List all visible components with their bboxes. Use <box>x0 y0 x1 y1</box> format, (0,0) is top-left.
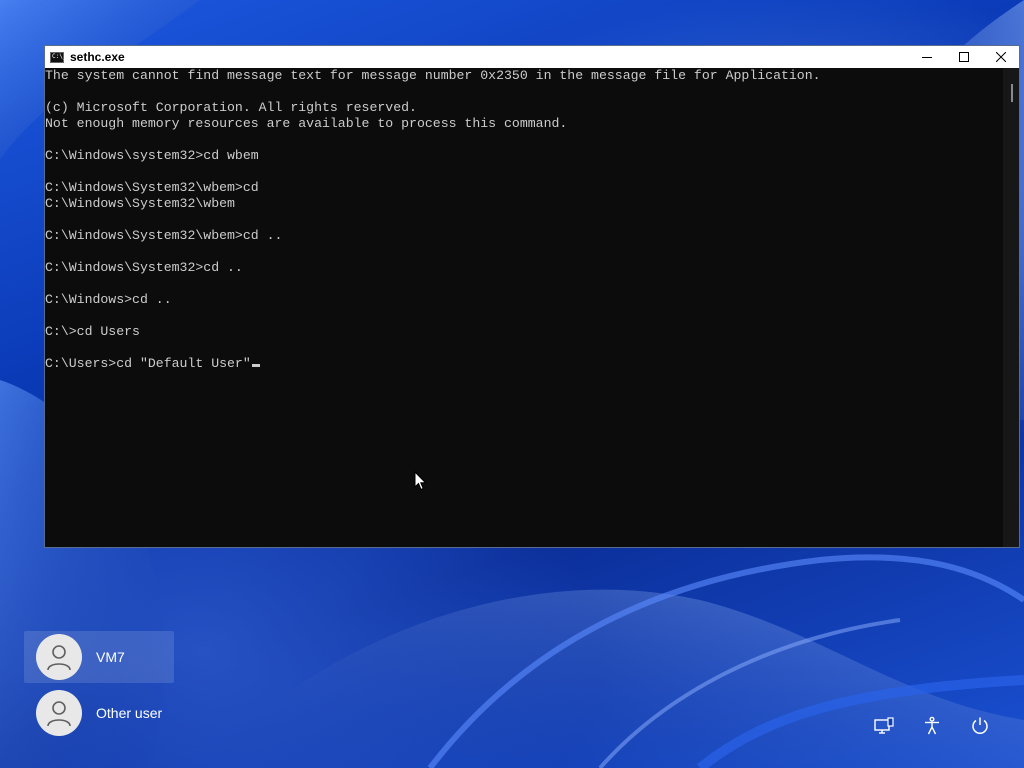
console-line: (c) Microsoft Corporation. All rights re… <box>45 100 417 115</box>
user-tile-other-user[interactable]: Other user <box>24 687 174 739</box>
console-line: C:\Windows\System32\wbem <box>45 196 235 211</box>
user-tile-vm7[interactable]: VM7 <box>24 631 174 683</box>
user-avatar-icon <box>36 690 82 736</box>
scrollbar-thumb[interactable] <box>1011 84 1013 102</box>
power-icon[interactable] <box>968 714 992 738</box>
console-line: Not enough memory resources are availabl… <box>45 116 568 131</box>
user-name: VM7 <box>96 649 125 665</box>
console-line: C:\Windows\System32>cd .. <box>45 260 243 275</box>
console-line: The system cannot find message text for … <box>45 68 821 83</box>
console-output[interactable]: The system cannot find message text for … <box>45 68 1003 547</box>
user-name: Other user <box>96 705 163 721</box>
console-app-icon: C:\_ <box>50 51 66 63</box>
console-line: C:\Windows\System32\wbem>cd .. <box>45 228 283 243</box>
minimize-icon <box>921 57 932 58</box>
console-line: C:\Users>cd "Default User" <box>45 356 1003 372</box>
console-line: C:\Windows\system32>cd wbem <box>45 148 259 163</box>
console-scrollbar[interactable] <box>1003 68 1019 547</box>
maximize-icon <box>958 52 969 62</box>
close-icon <box>995 52 1006 62</box>
console-line: C:\Windows>cd .. <box>45 292 172 307</box>
window-title: sethc.exe <box>70 50 125 64</box>
accessibility-icon[interactable] <box>920 714 944 738</box>
console-line: C:\Windows\System32\wbem>cd <box>45 180 259 195</box>
window-controls <box>908 46 1019 68</box>
maximize-button[interactable] <box>945 46 982 68</box>
close-button[interactable] <box>982 46 1019 68</box>
minimize-button[interactable] <box>908 46 945 68</box>
text-cursor <box>251 364 260 367</box>
console-line: C:\>cd Users <box>45 324 140 339</box>
network-icon[interactable] <box>872 714 896 738</box>
user-avatar-icon <box>36 634 82 680</box>
command-prompt-window[interactable]: C:\_ sethc.exe The system cannot find me… <box>44 45 1020 548</box>
window-titlebar[interactable]: C:\_ sethc.exe <box>45 46 1019 68</box>
mouse-pointer-icon <box>414 470 427 496</box>
